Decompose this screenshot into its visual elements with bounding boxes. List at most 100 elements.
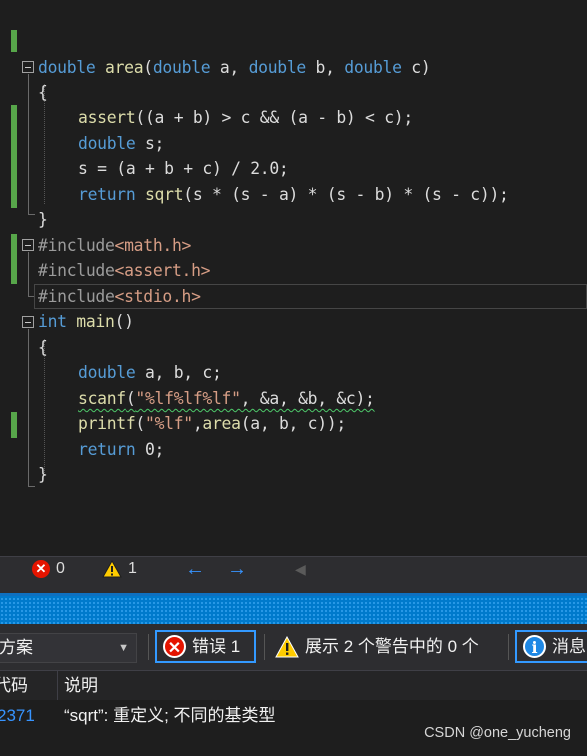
collapse-main-icon[interactable] — [22, 316, 34, 328]
change-bar — [11, 234, 17, 284]
code-text: 0; — [135, 440, 165, 459]
code-text: , &a, &b, &c); — [240, 389, 375, 408]
code-line-calc-s[interactable]: s = (a + b + c) / 2.0; — [78, 156, 289, 181]
code-line-decl-abc[interactable]: double a, b, c; — [78, 360, 222, 385]
punct: ( — [135, 414, 145, 433]
keyword: return — [78, 185, 136, 204]
param: b, — [305, 58, 345, 77]
error-list-header: 代码 说明 — [0, 670, 587, 701]
function-name: scanf — [78, 389, 126, 408]
chevron-down-icon: ▼ — [118, 642, 129, 654]
change-bar — [11, 30, 17, 52]
punct: () — [114, 312, 134, 331]
code-text: a, b, c; — [135, 363, 222, 382]
panel-gap — [0, 581, 587, 593]
fold-line — [27, 74, 29, 214]
keyword: double — [248, 58, 307, 77]
warning-count-indicator[interactable]: 1 — [102, 558, 137, 580]
code-line-brace[interactable]: { — [38, 335, 48, 360]
code-line-include-stdio[interactable]: #include<stdio.h> — [38, 284, 201, 309]
arrow-left-icon: ← — [185, 558, 205, 580]
column-divider[interactable] — [57, 671, 58, 701]
code-text: s; — [135, 134, 165, 153]
error-description: “sqrt”: 重定义; 不同的基类型 — [64, 706, 276, 725]
error-list-toolbar: 方案 ▼ ✕ 错误 1 展示 2 个警告中的 0 个 i 消息 — [0, 624, 587, 670]
warning-count: 1 — [128, 560, 137, 577]
warnings-filter-button[interactable]: 展示 2 个警告中的 0 个 — [269, 630, 485, 663]
errors-filter-label: 错误 1 — [192, 637, 241, 656]
warning-triangle-icon — [275, 635, 299, 657]
code-line-include-math[interactable]: #include<math.h> — [38, 233, 191, 258]
fold-end — [28, 486, 35, 487]
keyword: return — [78, 440, 136, 459]
function-name: printf — [78, 414, 136, 433]
fold-line — [27, 252, 29, 296]
error-count-indicator[interactable]: ✕ 0 — [32, 558, 65, 580]
keyword: double — [78, 363, 136, 382]
function-name: area — [202, 414, 241, 433]
scope-value: 方案 — [0, 638, 33, 657]
scroll-left-button[interactable]: ◀ — [295, 558, 306, 580]
code-line-brace[interactable]: } — [38, 207, 48, 232]
errors-filter-button[interactable]: ✕ 错误 1 — [155, 630, 256, 663]
punct: , — [192, 414, 203, 433]
next-issue-button[interactable]: → — [227, 558, 247, 580]
column-header-code[interactable]: 代码 — [0, 671, 28, 700]
keyword: double — [38, 58, 96, 77]
preprocessor: #include — [38, 236, 115, 255]
string-literal: "%lf" — [145, 414, 193, 433]
code-line-include-assert[interactable]: #include<assert.h> — [38, 258, 211, 283]
collapse-includes-icon[interactable] — [22, 239, 34, 251]
collapse-area-icon[interactable] — [22, 61, 34, 73]
messages-filter-button[interactable]: i 消息 — [515, 630, 587, 663]
error-count: 0 — [56, 560, 65, 577]
code-editor[interactable]: double area(double a, double b, double c… — [0, 0, 587, 556]
code-line-area-signature[interactable]: double area(double a, double b, double c… — [38, 55, 431, 80]
error-code-link[interactable]: 2371 — [0, 700, 35, 732]
code-line-return-sqrt[interactable]: return sqrt(s * (s - a) * (s - b) * (s -… — [78, 182, 509, 207]
header-name: <assert.h> — [114, 261, 211, 280]
tool-window-title-bar[interactable] — [0, 593, 587, 624]
code-line-return0[interactable]: return 0; — [78, 437, 164, 462]
editor-status-strip: ✕ 0 1 ← → ◀ — [0, 556, 587, 581]
toolbar-separator — [148, 634, 149, 660]
string-literal: "%lf%lf%lf" — [135, 389, 241, 408]
function-name: area — [105, 58, 144, 77]
keyword: double — [78, 134, 136, 153]
keyword: double — [344, 58, 402, 77]
function-name: sqrt — [135, 185, 184, 204]
previous-issue-button[interactable]: ← — [185, 558, 205, 580]
fold-end — [28, 214, 35, 215]
scope-dropdown[interactable]: 方案 ▼ — [0, 633, 137, 663]
triangle-left-icon: ◀ — [295, 561, 306, 577]
code-line-assert[interactable]: assert((a + b) > c && (a - b) < c); — [78, 105, 413, 130]
code-line-scanf[interactable]: scanf("%lf%lf%lf", &a, &b, &c); — [78, 386, 375, 411]
function-name: assert — [78, 108, 136, 127]
warning-squiggle[interactable]: scanf("%lf%lf%lf", &a, &b, &c); — [78, 389, 375, 408]
toolbar-separator — [508, 634, 509, 660]
code-line-printf[interactable]: printf("%lf",area(a, b, c)); — [78, 411, 346, 436]
code-line-main-signature[interactable]: int main() — [38, 309, 134, 334]
error-circle-icon: ✕ — [32, 560, 50, 578]
change-bar — [11, 412, 17, 438]
toolbar-separator — [264, 634, 265, 660]
punct: ( — [125, 389, 136, 408]
preprocessor: #include — [38, 287, 115, 306]
code-line-decl-s[interactable]: double s; — [78, 131, 164, 156]
fold-line — [27, 329, 29, 486]
watermark: CSDN @one_yucheng — [424, 725, 571, 741]
column-header-description[interactable]: 说明 — [64, 671, 98, 700]
punct: ( — [143, 58, 153, 77]
code-line-brace[interactable]: { — [38, 80, 48, 105]
param: a, — [210, 58, 249, 77]
code-text: ((a + b) > c && (a - b) < c); — [135, 108, 413, 127]
warning-triangle-icon — [102, 560, 122, 578]
function-name: main — [66, 312, 115, 331]
error-circle-icon: ✕ — [163, 635, 186, 658]
preprocessor: #include — [38, 261, 115, 280]
arrow-right-icon: → — [227, 558, 247, 580]
param: c) — [401, 58, 431, 77]
code-text: (a, b, c)); — [240, 414, 347, 433]
info-icon: i — [523, 635, 546, 658]
code-line-brace[interactable]: } — [38, 462, 48, 487]
